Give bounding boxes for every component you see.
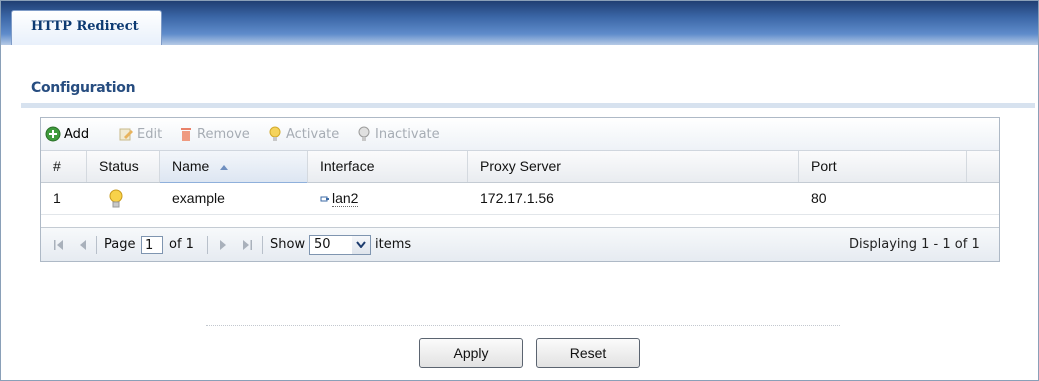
- apply-button[interactable]: Apply: [419, 338, 523, 368]
- add-label: Add: [64, 126, 90, 142]
- reset-button[interactable]: Reset: [536, 338, 640, 368]
- chevron-down-icon: [352, 235, 370, 254]
- column-header-interface[interactable]: Interface: [308, 151, 468, 182]
- edit-button[interactable]: Edit: [118, 118, 162, 150]
- table-toolbar: Add Edit Remove Activate Inactivate: [41, 118, 999, 150]
- row-name: example: [172, 190, 225, 206]
- pager-separator: [96, 236, 97, 254]
- pager-separator: [207, 236, 208, 254]
- edit-icon: [119, 128, 133, 141]
- next-page-icon[interactable]: [218, 228, 228, 261]
- pager-separator: [262, 236, 263, 254]
- page-label: Page: [104, 237, 136, 252]
- tab-bar: HTTP Redirect: [1, 1, 1038, 45]
- lightbulb-on-icon: [109, 189, 123, 208]
- column-header-menu[interactable]: [967, 151, 999, 182]
- page-size-value: 50: [314, 237, 331, 252]
- redirect-table: Add Edit Remove Activate Inactivate # St…: [40, 117, 1000, 262]
- tab-label: HTTP Redirect: [31, 19, 139, 34]
- row-interface[interactable]: lan2: [320, 183, 359, 214]
- row-port: 80: [811, 190, 827, 206]
- inactivate-label: Inactivate: [375, 126, 440, 142]
- items-label: items: [375, 237, 412, 252]
- show-label: Show: [270, 237, 306, 252]
- inactivate-button[interactable]: Inactivate: [356, 118, 440, 150]
- first-page-icon[interactable]: [53, 228, 65, 261]
- remove-label: Remove: [197, 126, 250, 142]
- table-header: # Status Name Interface Proxy Server Por…: [41, 150, 999, 184]
- http-redirect-window: HTTP Redirect Configuration Add Edit Rem…: [0, 0, 1039, 381]
- section-divider: [21, 103, 1035, 108]
- activate-label: Activate: [286, 126, 340, 142]
- page-field-wrap: 1: [141, 228, 163, 261]
- column-header-status[interactable]: Status: [87, 151, 160, 182]
- pagination-bar: Page 1 of 1 Show 50 items Displaying 1 -: [41, 227, 999, 261]
- interface-link-icon: [320, 196, 329, 202]
- table-row[interactable]: 1 example lan2 172.17.1.56 80: [41, 183, 999, 215]
- lightbulb-off-icon: [358, 126, 370, 141]
- row-index: 1: [53, 190, 61, 206]
- page-count: of 1: [169, 237, 194, 252]
- page-number-input[interactable]: 1: [141, 235, 163, 254]
- last-page-icon[interactable]: [241, 228, 253, 261]
- displaying-count: Displaying 1 - 1 of 1: [849, 237, 980, 252]
- previous-page-icon[interactable]: [78, 228, 88, 261]
- column-header-name[interactable]: Name: [160, 151, 308, 184]
- row-proxy-server: 172.17.1.56: [480, 190, 554, 206]
- page-size-wrap: 50: [309, 228, 371, 261]
- activate-button[interactable]: Activate: [267, 118, 339, 150]
- status-active-icon[interactable]: [108, 189, 124, 209]
- add-button[interactable]: Add: [45, 118, 89, 150]
- column-header-proxy-server[interactable]: Proxy Server: [468, 151, 799, 182]
- trash-icon: [181, 128, 191, 141]
- column-header-port[interactable]: Port: [799, 151, 967, 182]
- column-header-index[interactable]: #: [41, 151, 87, 182]
- page-size-select[interactable]: 50: [309, 234, 371, 255]
- button-divider: [206, 325, 840, 326]
- tab-http-redirect[interactable]: HTTP Redirect: [11, 10, 162, 45]
- remove-button[interactable]: Remove: [178, 118, 250, 150]
- section-title: Configuration: [31, 80, 136, 96]
- column-header-name-label: Name: [172, 158, 210, 174]
- edit-label: Edit: [137, 126, 163, 142]
- add-icon: [45, 126, 61, 142]
- sort-ascending-icon: [220, 165, 229, 170]
- lightbulb-on-icon: [269, 126, 281, 141]
- interface-link[interactable]: lan2: [332, 190, 359, 207]
